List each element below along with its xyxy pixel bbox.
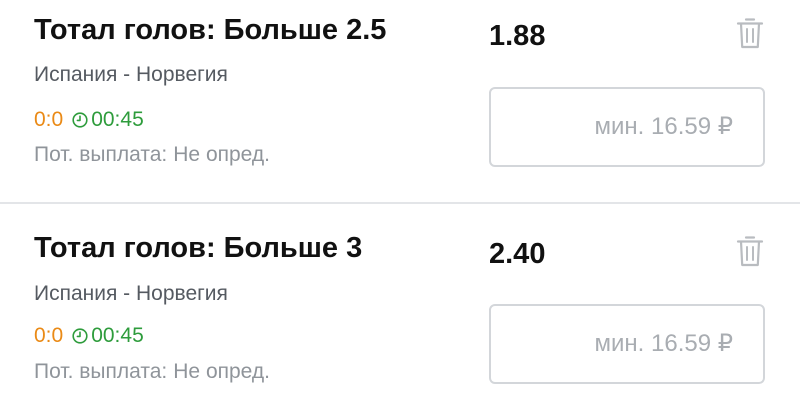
clock-icon (72, 328, 88, 344)
potential-payout: Пот. выплата: Не опред. (34, 143, 270, 167)
match-time: 00:45 (91, 108, 144, 131)
stake-input[interactable] (489, 87, 765, 167)
bet-item: Тотал голов: Больше 2.5 1.88 Испания - Н… (0, 0, 800, 203)
match-score: 0:0 (34, 324, 64, 347)
payout-label: Пот. выплата: (34, 143, 168, 166)
payout-value: Не опред. (173, 360, 270, 383)
potential-payout: Пот. выплата: Не опред. (34, 360, 270, 384)
bet-odds: 2.40 (489, 238, 546, 270)
match-score: 0:0 (34, 108, 64, 131)
bet-item: Тотал голов: Больше 3 2.40 Испания - Нор… (0, 203, 800, 406)
bet-slip: Тотал голов: Больше 2.5 1.88 Испания - Н… (0, 0, 800, 408)
match-name: Испания - Норвегия (34, 282, 228, 305)
bet-odds: 1.88 (489, 20, 546, 52)
trash-icon[interactable] (736, 16, 764, 50)
clock-icon (72, 112, 88, 128)
stake-input[interactable] (489, 304, 765, 384)
match-name: Испания - Норвегия (34, 63, 228, 86)
payout-value: Не опред. (173, 143, 270, 166)
payout-label: Пот. выплата: (34, 360, 168, 383)
bet-market-title: Тотал голов: Больше 2.5 (34, 14, 387, 46)
live-status: 0:0 00:45 (34, 107, 144, 133)
live-status: 0:0 00:45 (34, 323, 144, 349)
match-time: 00:45 (91, 324, 144, 347)
bet-market-title: Тотал голов: Больше 3 (34, 232, 363, 264)
trash-icon[interactable] (736, 234, 764, 268)
